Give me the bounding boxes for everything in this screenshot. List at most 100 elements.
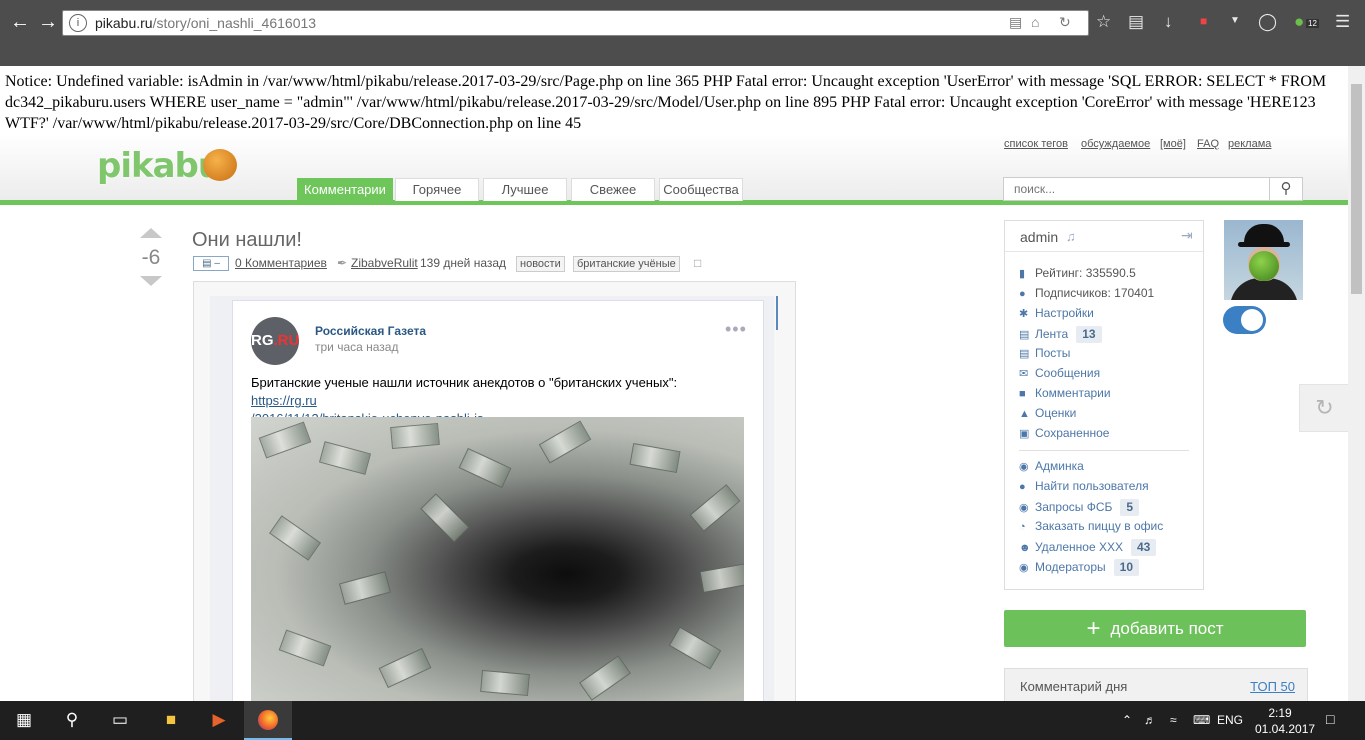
tab-hot[interactable]: Горячее — [395, 178, 479, 201]
media-player-icon[interactable]: ▶ — [204, 710, 234, 730]
menu-posts[interactable]: ▤ Посты — [1019, 346, 1070, 364]
story-rating: -6 — [141, 246, 161, 269]
chart-icon: ▮ — [1019, 268, 1026, 280]
shield-extension-icon[interactable]: ◯ — [1258, 12, 1277, 32]
menu-divider — [1019, 450, 1189, 451]
post-time[interactable]: три часа назад — [315, 340, 398, 354]
logout-icon[interactable]: ⇥ — [1181, 227, 1193, 244]
extension-color-icon[interactable]: ■ — [1200, 14, 1207, 28]
menu-moderators[interactable]: ◉ Модераторы 10 — [1019, 559, 1139, 577]
menu-messages[interactable]: ✉ Сообщения — [1019, 366, 1100, 384]
story-content: RG.RU Российская Газета три часа назад •… — [193, 281, 796, 704]
group-name[interactable]: Российская Газета — [315, 324, 426, 338]
more-options-icon[interactable]: ••• — [725, 319, 747, 340]
username[interactable]: admin — [1020, 229, 1058, 245]
tag-british-scientists[interactable]: британские учёные — [573, 256, 680, 272]
keyboard-icon[interactable]: ⌨ — [1193, 713, 1210, 727]
feed-count-badge: 13 — [1076, 326, 1102, 343]
vote-down-icon[interactable] — [140, 276, 162, 286]
embedded-post-area: RG.RU Российская Газета три часа назад •… — [210, 296, 774, 704]
tab-comments[interactable]: Комментарии — [297, 178, 393, 201]
menu-admin[interactable]: ◉ Админка — [1019, 459, 1084, 477]
shield-moderator-icon: ◉ — [1019, 562, 1029, 574]
link-ads[interactable]: реклама — [1228, 138, 1271, 150]
site-info-icon[interactable]: i — [69, 14, 87, 32]
user-panel: admin ♫ ⇥ ▮ Рейтинг: 335590.5 ● Подписчико… — [1004, 220, 1204, 590]
menu-saved[interactable]: ▣ Сохраненное — [1019, 426, 1109, 444]
dropdown-arrow-icon[interactable]: ▼ — [1230, 15, 1240, 26]
forward-icon[interactable]: → — [34, 8, 62, 36]
adblock-extension-icon[interactable]: ● — [1294, 12, 1304, 32]
menu-feed[interactable]: ▤ Лента 13 — [1019, 326, 1102, 344]
notifications-icon[interactable]: □ — [1326, 711, 1334, 727]
post-image[interactable] — [251, 417, 744, 703]
link-mine[interactable]: [моё] — [1160, 138, 1186, 150]
url-text[interactable]: pikabu.ru/story/oni_nashli_4616013 — [95, 15, 316, 31]
refresh-icon[interactable]: ↻ — [1299, 384, 1349, 432]
floppy-icon: ▣ — [1019, 428, 1030, 440]
downloads-icon[interactable]: ↓ — [1164, 12, 1173, 32]
tab-communities[interactable]: Сообщества — [659, 178, 743, 201]
menu-find-user[interactable]: ● Найти пользователя — [1019, 479, 1149, 497]
link-faq[interactable]: FAQ — [1197, 138, 1219, 150]
system-clock[interactable]: 2:19 01.04.2017 — [1255, 705, 1315, 737]
mode-toggle[interactable] — [1223, 306, 1266, 334]
reader-view-icon[interactable]: ▤ — [1009, 14, 1022, 31]
link-discussed[interactable]: обсуждаемое — [1081, 138, 1150, 150]
language-indicator[interactable]: ENG — [1217, 713, 1243, 727]
search-icon[interactable]: ⚲ — [57, 710, 87, 730]
home-icon[interactable]: ⌂ — [1031, 14, 1039, 30]
tray-expand-icon[interactable]: ⌃ — [1122, 713, 1132, 727]
menu-settings[interactable]: ✱ Настройки — [1019, 306, 1094, 324]
menu-deleted-xxx[interactable]: ☻ Удаленное XXX 43 — [1019, 539, 1157, 557]
menu-comments[interactable]: ■ Комментарии — [1019, 386, 1111, 404]
user-subscribers: ● Подписчиков: 170401 — [1019, 286, 1155, 300]
menu-order-pizza[interactable]: ◔ Заказать пиццу в офис — [1019, 519, 1163, 537]
menu-hamburger-icon[interactable]: ☰ — [1335, 12, 1350, 32]
search-input[interactable] — [1004, 178, 1274, 200]
vk-post-card: RG.RU Российская Газета три часа назад •… — [232, 300, 764, 704]
comments-link[interactable]: 0 Комментариев — [235, 256, 327, 270]
save-icon[interactable]: □ — [694, 256, 701, 270]
vote-up-icon[interactable] — [140, 228, 162, 238]
add-post-button[interactable]: + добавить пост — [1004, 610, 1306, 647]
story-title[interactable]: Они нашли! — [192, 229, 302, 252]
wifi-icon[interactable]: ≈ — [1170, 713, 1177, 727]
back-icon[interactable]: ← — [6, 8, 34, 36]
user-avatar[interactable] — [1224, 220, 1303, 300]
tab-best[interactable]: Лучшее — [483, 178, 567, 201]
reload-icon[interactable]: ↻ — [1059, 14, 1071, 31]
story-view-toggle-icon[interactable]: ▤ – — [193, 256, 229, 271]
comment-of-day-title: Комментарий дня — [1020, 679, 1128, 694]
fsb-count-badge: 5 — [1120, 499, 1140, 516]
gear-icon: ✱ — [1019, 308, 1029, 320]
tag-news[interactable]: новости — [516, 256, 565, 272]
menu-ratings[interactable]: ▲ Оценки — [1019, 406, 1076, 424]
tab-fresh[interactable]: Свежее — [571, 178, 655, 201]
search-box: ⚲ — [1003, 177, 1303, 201]
link-tags-list[interactable]: список тегов — [1004, 138, 1068, 150]
bookmark-star-icon[interactable]: ☆ — [1096, 12, 1111, 32]
menu-fsb-requests[interactable]: ◉ Запросы ФСБ 5 — [1019, 499, 1140, 517]
file-explorer-icon[interactable]: ■ — [156, 710, 186, 730]
xxx-count-badge: 43 — [1130, 539, 1157, 556]
top50-link[interactable]: ТОП 50 — [1250, 679, 1295, 694]
bell-icon[interactable]: ♫ — [1066, 229, 1076, 244]
windows-start-icon[interactable]: ▦ — [9, 710, 39, 730]
post-link[interactable]: https://rg.ru — [251, 393, 317, 408]
task-view-icon[interactable]: ▭ — [105, 710, 135, 730]
logo-bun-icon — [203, 149, 237, 181]
comment-icon: ■ — [1019, 388, 1026, 400]
search-icon[interactable]: ⚲ — [1269, 178, 1302, 200]
author-link[interactable]: ZibabveRulit — [351, 256, 418, 270]
volume-icon[interactable]: ♬ — [1144, 713, 1156, 727]
user-rating: ▮ Рейтинг: 335590.5 — [1019, 266, 1136, 280]
firefox-icon[interactable] — [258, 710, 278, 730]
address-bar[interactable]: i pikabu.ru/story/oni_nashli_4616013 ▤ ⌂… — [62, 10, 1089, 36]
group-avatar[interactable]: RG.RU — [251, 317, 299, 365]
scrollbar-thumb[interactable] — [1351, 84, 1362, 294]
reading-list-icon[interactable]: ▤ — [1128, 12, 1144, 32]
page-scrollbar[interactable] — [1348, 66, 1365, 701]
person-icon: ● — [1019, 288, 1026, 300]
plus-icon: + — [1086, 615, 1101, 642]
